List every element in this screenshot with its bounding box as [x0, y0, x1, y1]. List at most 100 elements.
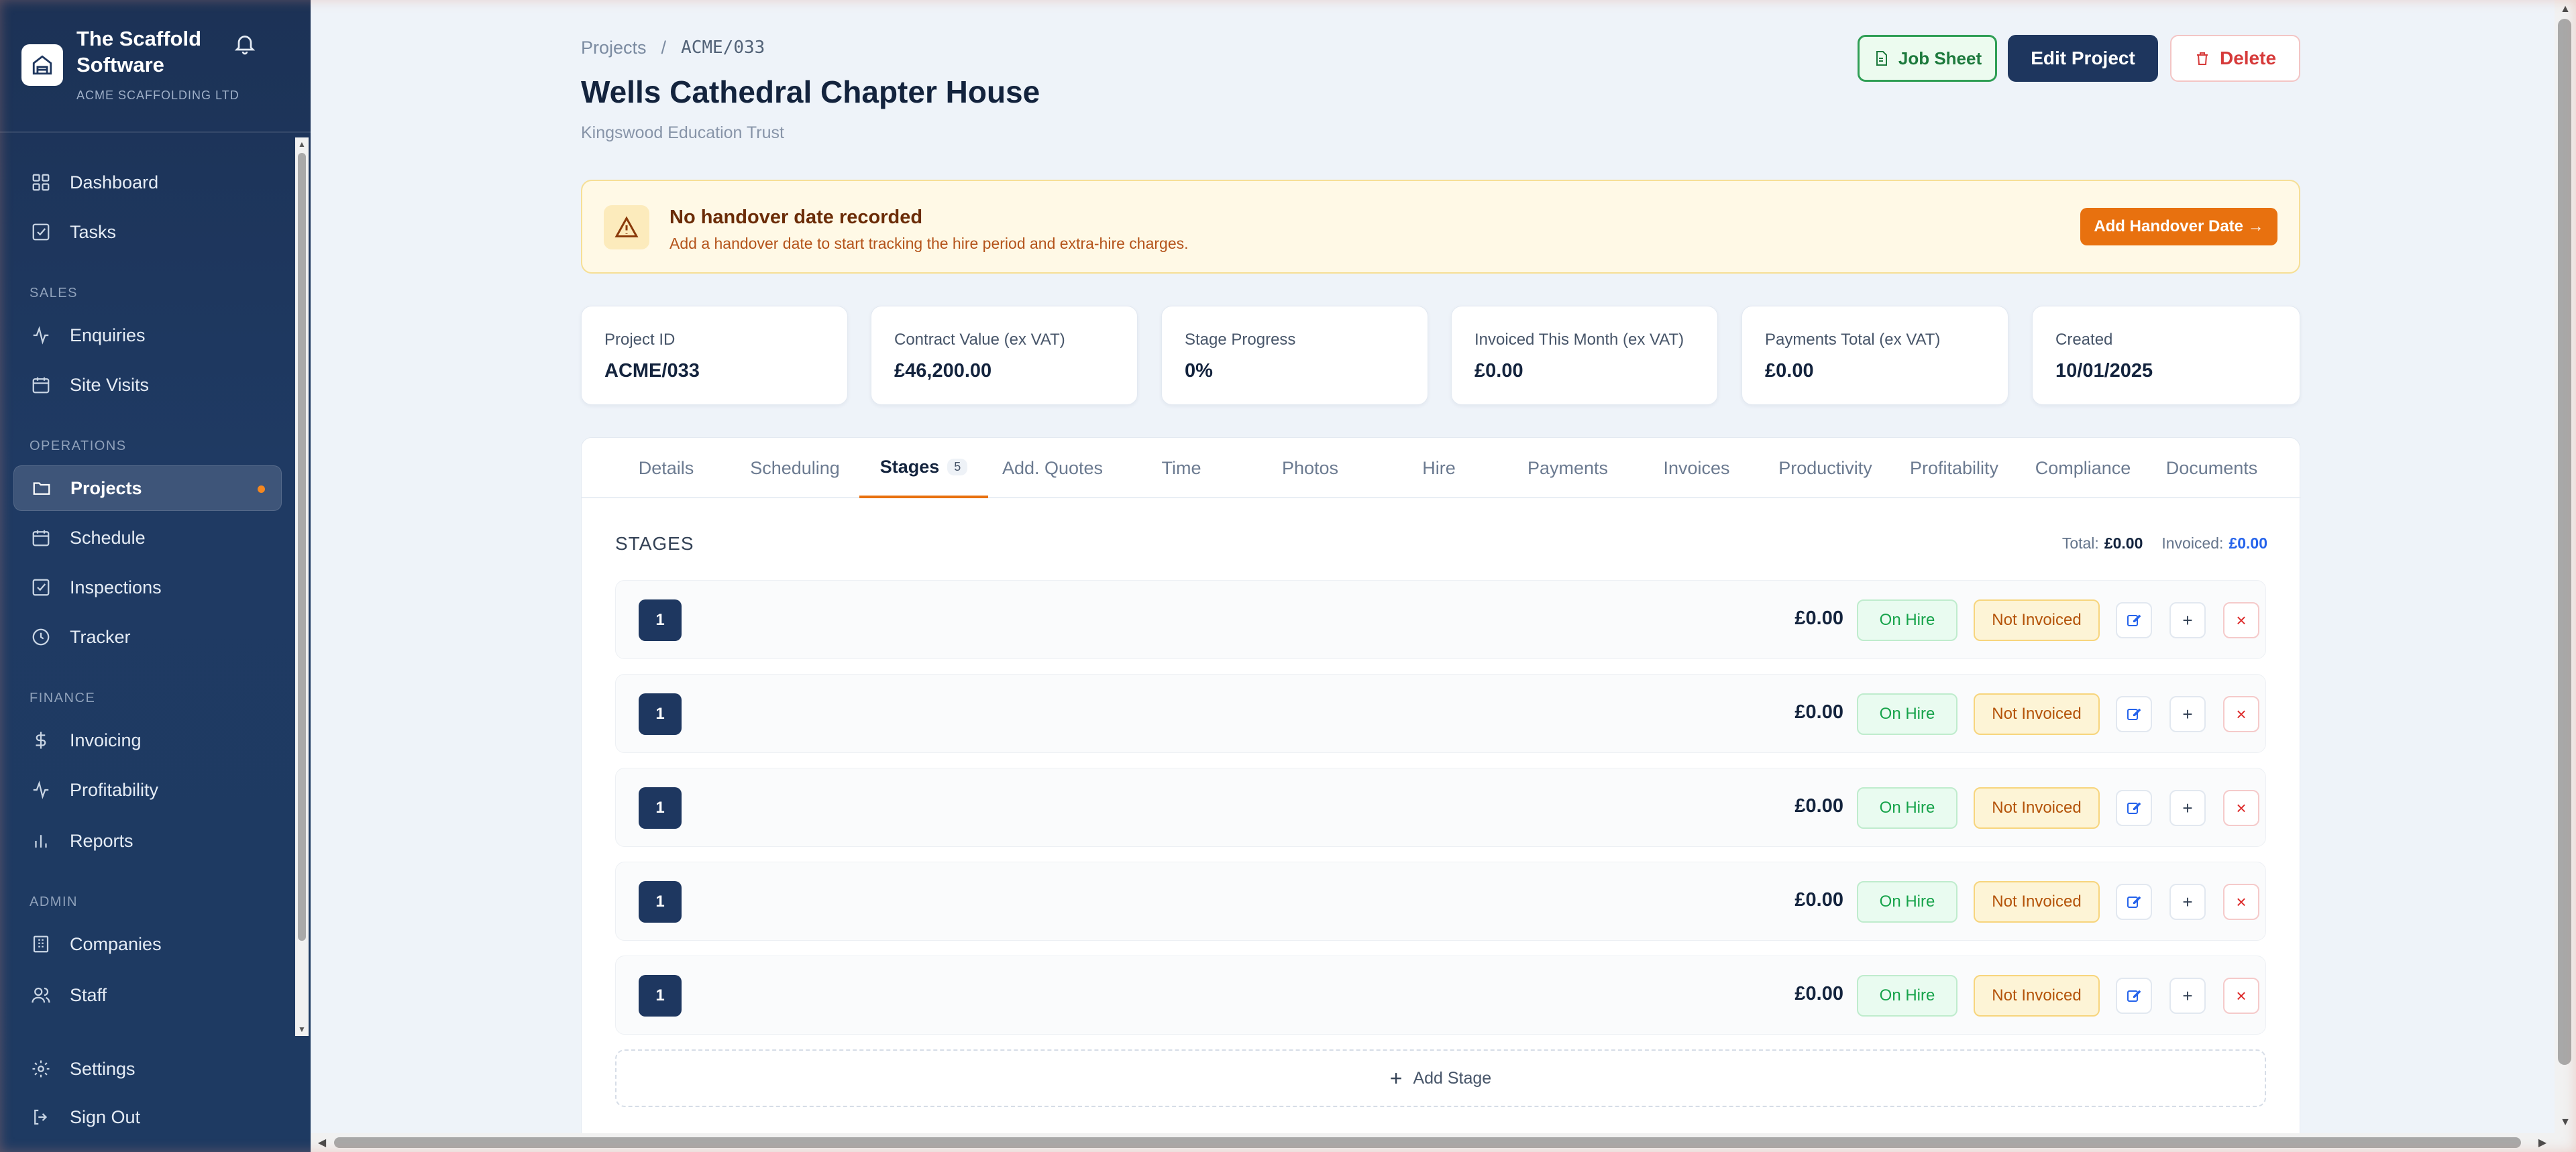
sidebar-scrollbar-thumb[interactable]: [298, 153, 306, 941]
scroll-right-arrow-icon[interactable]: ▶: [2533, 1133, 2552, 1152]
checkbox-icon: [30, 221, 52, 243]
hire-status-badge[interactable]: On Hire: [1857, 787, 1957, 829]
hire-status-badge[interactable]: On Hire: [1857, 975, 1957, 1017]
plus-icon: +: [1389, 1065, 1403, 1090]
invoice-status-badge[interactable]: Not Invoiced: [1974, 975, 2100, 1017]
tab-stages[interactable]: Stages 5: [859, 438, 988, 498]
section-admin: ADMIN: [30, 895, 78, 909]
tab-compliance[interactable]: Compliance: [2019, 438, 2147, 498]
delete-stage-button[interactable]: ×: [2223, 696, 2259, 732]
hire-status-badge[interactable]: On Hire: [1857, 599, 1957, 641]
stat-card-payments-total: Payments Total (ex VAT) £0.00: [1741, 306, 2008, 405]
project-tabs-panel: Details Scheduling Stages 5 Add. Quotes …: [581, 437, 2301, 1141]
tab-scheduling[interactable]: Scheduling: [731, 438, 859, 498]
close-icon: ×: [2236, 891, 2247, 912]
stage-number: 1: [639, 599, 682, 641]
invoice-status-badge[interactable]: Not Invoiced: [1974, 599, 2100, 641]
stat-label: Stage Progress: [1185, 331, 1296, 349]
sidebar-item-profitability[interactable]: Profitability: [13, 767, 282, 813]
sidebar-item-projects[interactable]: Projects: [13, 465, 282, 511]
delete-stage-button[interactable]: ×: [2223, 602, 2259, 638]
add-stage-button[interactable]: + Add Stage: [615, 1049, 2266, 1107]
sidebar-item-enquiries[interactable]: Enquiries: [13, 312, 282, 358]
hire-status-badge[interactable]: On Hire: [1857, 881, 1957, 923]
sidebar-item-settings[interactable]: Settings: [13, 1046, 282, 1092]
add-substage-button[interactable]: +: [2169, 978, 2206, 1014]
tab-add-quotes[interactable]: Add. Quotes: [988, 438, 1117, 498]
edit-stage-button[interactable]: [2116, 978, 2152, 1014]
stat-label: Payments Total (ex VAT): [1765, 331, 1941, 349]
tab-label: Stages: [879, 456, 940, 477]
tab-hire[interactable]: Hire: [1375, 438, 1503, 498]
sidebar-item-inspections[interactable]: Inspections: [13, 565, 282, 610]
sidebar-item-dashboard[interactable]: Dashboard: [13, 160, 282, 205]
delete-stage-button[interactable]: ×: [2223, 790, 2259, 826]
job-sheet-button[interactable]: Job Sheet: [1858, 35, 1997, 82]
total-label: Total:: [2061, 534, 2099, 552]
page-horizontal-scrollbar-thumb[interactable]: [334, 1137, 2521, 1148]
bell-icon[interactable]: [228, 27, 262, 60]
add-substage-button[interactable]: +: [2169, 696, 2206, 732]
add-substage-button[interactable]: +: [2169, 884, 2206, 920]
scroll-up-arrow-icon[interactable]: ▲: [295, 137, 309, 151]
stage-amount: £0.00: [1794, 608, 1843, 629]
tab-invoices[interactable]: Invoices: [1632, 438, 1761, 498]
sidebar-item-label: Projects: [70, 477, 142, 498]
delete-stage-button[interactable]: ×: [2223, 978, 2259, 1014]
tab-productivity[interactable]: Productivity: [1761, 438, 1890, 498]
sidebar-item-sign-out[interactable]: Sign Out: [13, 1094, 282, 1140]
page-title: Wells Cathedral Chapter House: [581, 74, 1040, 109]
edit-stage-button[interactable]: [2116, 790, 2152, 826]
tab-bar: Details Scheduling Stages 5 Add. Quotes …: [582, 438, 2301, 498]
scroll-down-arrow-icon[interactable]: ▼: [295, 1023, 309, 1036]
sidebar-item-tracker[interactable]: Tracker: [13, 614, 282, 660]
scroll-left-arrow-icon[interactable]: ◀: [313, 1133, 331, 1152]
edit-stage-button[interactable]: [2116, 602, 2152, 638]
sidebar-item-invoicing[interactable]: Invoicing: [13, 717, 282, 763]
sidebar-item-site-visits[interactable]: Site Visits: [13, 362, 282, 408]
sidebar-item-companies[interactable]: Companies: [13, 921, 282, 967]
stat-label: Project ID: [604, 331, 676, 349]
total-value: £0.00: [2104, 534, 2143, 552]
sidebar-item-schedule[interactable]: Schedule: [13, 515, 282, 561]
invoice-status-badge[interactable]: Not Invoiced: [1974, 787, 2100, 829]
stage-row: 1 £0.00 On Hire Not Invoiced + ×: [615, 768, 2266, 847]
section-sales: SALES: [30, 286, 78, 300]
tab-documents[interactable]: Documents: [2147, 438, 2276, 498]
sidebar-item-tasks[interactable]: Tasks: [13, 209, 282, 255]
tab-details[interactable]: Details: [602, 438, 731, 498]
tab-photos[interactable]: Photos: [1246, 438, 1375, 498]
edit-stage-button[interactable]: [2116, 696, 2152, 732]
stage-count-badge: 5: [947, 458, 968, 475]
plus-icon: +: [2182, 797, 2193, 818]
add-handover-date-button[interactable]: Add Handover Date →: [2080, 208, 2277, 245]
add-substage-button[interactable]: +: [2169, 790, 2206, 826]
plus-icon: +: [2182, 703, 2193, 724]
tab-time[interactable]: Time: [1117, 438, 1246, 498]
sidebar-item-staff[interactable]: Staff: [13, 972, 282, 1018]
tab-profitability[interactable]: Profitability: [1890, 438, 2019, 498]
edit-icon: [2127, 802, 2141, 814]
invoiced-label: Invoiced:: [2161, 534, 2224, 552]
edit-project-button[interactable]: Edit Project: [2008, 35, 2158, 82]
scroll-up-arrow-icon[interactable]: ▲: [2556, 0, 2575, 19]
sidebar-item-label: Dashboard: [70, 172, 159, 192]
home-logo-icon[interactable]: [21, 44, 63, 86]
stat-value: 0%: [1185, 360, 1213, 382]
invoice-status-badge[interactable]: Not Invoiced: [1974, 693, 2100, 735]
sidebar-item-reports[interactable]: Reports: [13, 818, 282, 864]
tab-payments[interactable]: Payments: [1503, 438, 1632, 498]
stat-value: 10/01/2025: [2055, 360, 2153, 382]
breadcrumb-projects-link[interactable]: Projects: [581, 38, 647, 58]
add-substage-button[interactable]: +: [2169, 602, 2206, 638]
hire-status-badge[interactable]: On Hire: [1857, 693, 1957, 735]
close-icon: ×: [2236, 985, 2247, 1006]
page-vertical-scrollbar-thumb[interactable]: [2558, 19, 2571, 1065]
delete-project-button[interactable]: Delete: [2170, 35, 2300, 82]
checkbox-icon: [30, 576, 52, 599]
edit-stage-button[interactable]: [2116, 884, 2152, 920]
scroll-down-arrow-icon[interactable]: ▼: [2556, 1113, 2575, 1132]
delete-stage-button[interactable]: ×: [2223, 884, 2259, 920]
invoice-status-badge[interactable]: Not Invoiced: [1974, 881, 2100, 923]
stat-label: Created: [2055, 331, 2113, 349]
